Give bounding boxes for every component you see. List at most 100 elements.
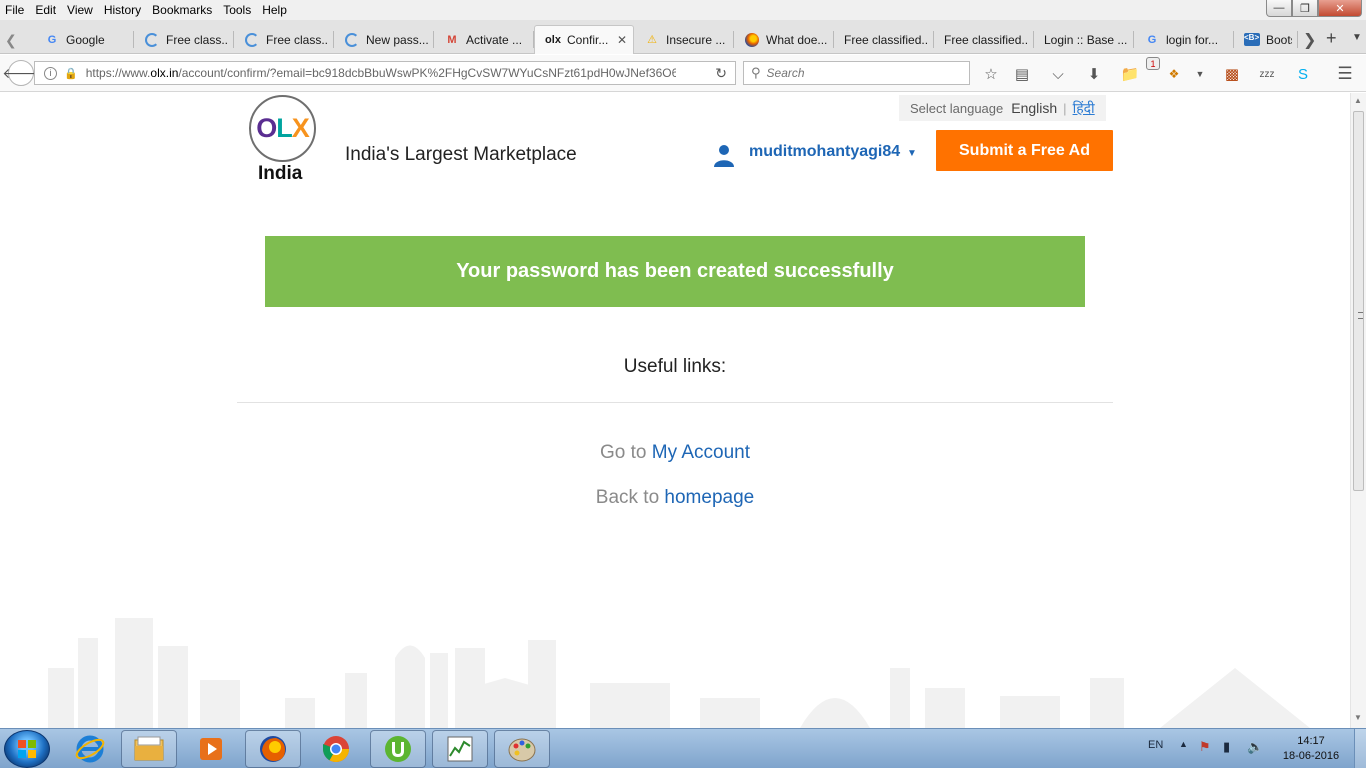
action-center-icon[interactable]: ⚑	[1199, 739, 1211, 755]
pocket-icon[interactable]: ⌵	[1048, 64, 1068, 84]
url-prefix: https://www.	[85, 66, 151, 80]
tab-free-classifieds-2[interactable]: Free class...	[234, 25, 334, 54]
menu-edit[interactable]: Edit	[29, 0, 61, 20]
tab-title: What doe...	[766, 32, 828, 47]
paint-icon[interactable]	[494, 730, 550, 768]
vertical-scrollbar[interactable]: ▲ ▼	[1350, 93, 1366, 728]
tab-login-base[interactable]: Login :: Base ...	[1034, 25, 1134, 54]
search-icon: ⚲	[751, 65, 761, 80]
tab-activate[interactable]: M Activate ...	[434, 25, 534, 54]
menu-dropdown-icon[interactable]: ▼	[1190, 64, 1210, 84]
menu-tools[interactable]: Tools	[217, 0, 256, 20]
bookmark-star-icon[interactable]: ☆	[981, 64, 1001, 84]
tab-scroll-right-icon[interactable]: ❯	[1303, 30, 1316, 50]
my-account-link[interactable]: My Account	[652, 442, 750, 463]
lock-icon[interactable]: 🔒	[64, 67, 78, 80]
show-hidden-icons-icon[interactable]: ▲	[1179, 739, 1188, 749]
back-arrow-icon[interactable]: 🡐	[2, 60, 40, 86]
logo-country: India	[258, 163, 303, 184]
tab-confirm-active[interactable]: olx Confir... ✕	[534, 25, 634, 54]
chrome-icon[interactable]	[308, 730, 364, 768]
tab-bootstrap[interactable]: <B> Bootst	[1234, 25, 1298, 54]
language-english[interactable]: English	[1011, 100, 1057, 116]
language-indicator[interactable]: EN	[1148, 739, 1163, 751]
divider	[237, 402, 1113, 403]
chevron-down-icon[interactable]: ▼	[907, 148, 917, 159]
close-tab-icon[interactable]: ✕	[617, 33, 627, 47]
user-icon[interactable]	[712, 143, 736, 167]
restore-button[interactable]: ❐	[1292, 0, 1318, 17]
tab-login-for[interactable]: G login for...	[1134, 25, 1234, 54]
sleep-tab-icon[interactable]: zzz	[1257, 64, 1277, 84]
menu-bookmarks[interactable]: Bookmarks	[146, 0, 217, 20]
scroll-up-icon[interactable]: ▲	[1354, 96, 1362, 105]
taskbar: EN ▲ ⚑ ▮ 🔈 14:17 18-06-2016	[0, 728, 1366, 768]
tab-title: Free class...	[166, 32, 228, 47]
utorrent-icon[interactable]	[370, 730, 426, 768]
city-skyline-illustration	[48, 618, 1310, 728]
menu-view[interactable]: View	[61, 0, 98, 20]
start-button[interactable]	[4, 730, 50, 768]
internet-explorer-icon[interactable]	[62, 730, 118, 768]
search-input[interactable]	[766, 66, 957, 80]
logo-letter-o: O	[256, 113, 277, 143]
tab-what-does[interactable]: What doe...	[734, 25, 834, 54]
battery-icon[interactable]: ▮	[1223, 739, 1230, 755]
tab-list-dropdown-icon[interactable]: ▼	[1352, 32, 1362, 43]
olx-logo[interactable]: OLX	[249, 95, 316, 162]
close-window-button[interactable]: ✕	[1318, 0, 1362, 17]
navigation-bar: 🡐 i 🔒 https://www.olx.in/account/confirm…	[0, 55, 1366, 92]
volume-icon[interactable]: 🔈	[1247, 739, 1263, 755]
tab-title: Free class...	[266, 32, 328, 47]
url-path: /account/confirm/?email=bc918dcbBbuWswPK…	[178, 66, 676, 80]
tab-free-classified-3[interactable]: Free classified...	[834, 25, 934, 54]
system-clock[interactable]: 14:17 18-06-2016	[1275, 734, 1347, 764]
menu-history[interactable]: History	[98, 0, 146, 20]
download-icon[interactable]: ⬇	[1084, 64, 1104, 84]
homepage-link[interactable]: homepage	[664, 487, 754, 508]
tab-scroll-left-icon[interactable]: ❮	[5, 32, 17, 49]
folder-icon[interactable]: 📁	[1120, 64, 1140, 84]
tab-google[interactable]: G Google	[34, 25, 134, 54]
new-tab-icon[interactable]: +	[1326, 28, 1337, 49]
addon-icon[interactable]: ▩	[1222, 64, 1242, 84]
tab-free-classified-4[interactable]: Free classified...	[934, 25, 1034, 54]
google-icon: G	[1147, 33, 1157, 46]
minimize-button[interactable]: —	[1266, 0, 1292, 17]
reload-icon[interactable]: ↻	[715, 65, 727, 82]
search-bar[interactable]: ⚲	[743, 61, 970, 85]
firefox-icon[interactable]	[245, 730, 301, 768]
scrollbar-thumb[interactable]	[1353, 111, 1364, 491]
file-explorer-icon[interactable]	[121, 730, 177, 768]
url-domain: olx.in	[150, 66, 179, 80]
tab-title: Insecure ...	[666, 32, 726, 47]
menu-file[interactable]: File	[0, 0, 29, 20]
username-link[interactable]: muditmohantyagi84	[749, 143, 900, 161]
hamburger-menu-icon[interactable]: ☰	[1335, 64, 1355, 84]
site-info-icon[interactable]: i	[44, 66, 57, 80]
tab-list: G Google Free class... Free class... New…	[34, 25, 1298, 54]
link-prefix: Back to	[595, 487, 660, 508]
homepage-row: Back to homepage	[0, 487, 1350, 509]
url-text[interactable]: https://www.olx.in/account/confirm/?emai…	[86, 66, 676, 80]
language-hindi[interactable]: हिंदी	[1073, 99, 1095, 118]
media-player-icon[interactable]	[183, 730, 239, 768]
tab-insecure[interactable]: ⚠ Insecure ...	[634, 25, 734, 54]
reading-list-icon[interactable]: ▤	[1012, 64, 1032, 84]
task-manager-icon[interactable]	[432, 730, 488, 768]
link-prefix: Go to	[600, 442, 647, 463]
show-desktop-button[interactable]	[1354, 729, 1366, 768]
menu-help[interactable]: Help	[256, 0, 292, 20]
useful-links-heading: Useful links:	[623, 356, 727, 377]
tab-title: Activate ...	[466, 32, 523, 47]
tab-new-password[interactable]: New pass...	[334, 25, 434, 54]
tab-free-classifieds-1[interactable]: Free class...	[134, 25, 234, 54]
language-selector: Select language English | हिंदी	[899, 95, 1106, 121]
submit-free-ad-button[interactable]: Submit a Free Ad	[936, 130, 1113, 171]
url-bar[interactable]: i 🔒 https://www.olx.in/account/confirm/?…	[34, 61, 736, 85]
language-separator: |	[1063, 100, 1067, 116]
extension-icon[interactable]: ❖	[1164, 64, 1184, 84]
scroll-down-icon[interactable]: ▼	[1354, 713, 1362, 722]
tab-title: Free classified...	[844, 32, 928, 47]
skype-icon[interactable]: S	[1293, 64, 1313, 84]
